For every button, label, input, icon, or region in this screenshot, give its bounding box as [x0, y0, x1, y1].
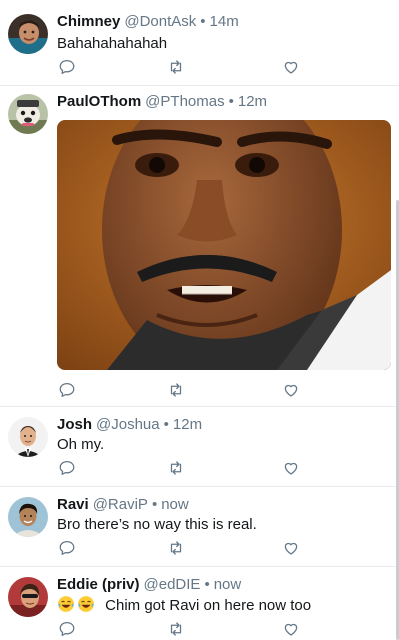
heart-icon: [284, 462, 298, 475]
retweet-icon: [170, 383, 182, 397]
tweet-ravi[interactable]: Ravi @RaviP • now Bro there’s no way this i…: [0, 487, 399, 567]
like-button[interactable]: [281, 458, 301, 478]
like-button[interactable]: [281, 57, 301, 77]
user-handle[interactable]: @edDIE: [144, 576, 201, 593]
tweet-header: PaulOThom @PThomas • 12m: [57, 92, 267, 112]
like-button[interactable]: [281, 538, 301, 558]
reply-button[interactable]: [57, 57, 77, 77]
timestamp[interactable]: 12m: [238, 93, 267, 110]
timeline-feed[interactable]: Chimney @DontAsk • 14m Bahahahahahah Pau…: [0, 0, 399, 640]
timestamp[interactable]: 14m: [210, 13, 239, 30]
heart-icon: [284, 61, 298, 74]
user-handle[interactable]: @PThomas: [145, 93, 224, 110]
laughing-tears-emoji-icon: [57, 595, 75, 613]
tweet-eddie[interactable]: Eddie (priv) @edDIE • now Chim got Ravi on …: [0, 567, 399, 640]
laughing-tears-emoji-icon: [77, 595, 95, 613]
tweet-text: Oh my.: [57, 436, 105, 453]
reply-button[interactable]: [57, 380, 77, 400]
tweet-header: Chimney @DontAsk • 14m: [57, 12, 239, 32]
tweet-actions: [57, 619, 298, 639]
retweet-icon: [170, 60, 182, 74]
display-name[interactable]: Josh: [57, 416, 92, 433]
avatar-ravi[interactable]: [8, 497, 48, 537]
reply-icon: [59, 621, 75, 637]
like-button[interactable]: [281, 380, 301, 400]
tweet-actions: [57, 57, 298, 77]
reply-icon: [59, 540, 75, 556]
timestamp[interactable]: 12m: [173, 416, 202, 433]
tweet-actions: [57, 380, 298, 400]
separator-dot: •: [151, 496, 158, 513]
tweet-actions: [57, 538, 298, 558]
reply-icon: [59, 460, 75, 476]
avatar-chimney[interactable]: [8, 14, 48, 54]
display-name[interactable]: Ravi: [57, 496, 89, 513]
shocked-face-photo: [57, 120, 391, 370]
tweet-actions: [57, 458, 298, 478]
retweet-button[interactable]: [166, 538, 186, 558]
avatar-josh[interactable]: [8, 417, 48, 457]
retweet-button[interactable]: [166, 619, 186, 639]
retweet-button[interactable]: [166, 57, 186, 77]
separator-dot: •: [204, 576, 210, 593]
tweet-text: Chim got Ravi on here now too: [105, 597, 312, 614]
reply-icon: [59, 59, 75, 75]
user-handle[interactable]: @RaviP: [93, 496, 148, 513]
display-name[interactable]: PaulOThom: [57, 93, 141, 110]
timestamp[interactable]: now: [214, 576, 242, 593]
tweet-text: Bahahahahahah: [57, 35, 168, 52]
tweet-josh[interactable]: Josh @Joshua • 12m Oh my.: [0, 407, 399, 487]
user-handle[interactable]: @DontAsk: [124, 13, 196, 30]
user-handle[interactable]: @Joshua: [96, 416, 160, 433]
retweet-icon: [170, 461, 182, 475]
tweet-paulothom[interactable]: PaulOThom @PThomas • 12m: [0, 86, 399, 407]
heart-icon: [284, 623, 298, 636]
retweet-icon: [170, 541, 182, 555]
tweet-media-image[interactable]: [57, 120, 391, 370]
tweet-text: Bro there’s no way this is real.: [57, 516, 257, 533]
reply-icon: [59, 382, 75, 398]
separator-dot: •: [228, 93, 234, 110]
separator-dot: •: [200, 13, 206, 30]
avatar-eddie[interactable]: [8, 577, 48, 617]
retweet-icon: [170, 622, 182, 636]
tweet-text-row: Chim got Ravi on here now too: [57, 595, 311, 616]
timestamp[interactable]: now: [161, 496, 189, 513]
retweet-button[interactable]: [166, 458, 186, 478]
reply-button[interactable]: [57, 458, 77, 478]
heart-icon: [284, 542, 298, 555]
retweet-button[interactable]: [166, 380, 186, 400]
like-button[interactable]: [281, 619, 301, 639]
display-name[interactable]: Eddie (priv): [57, 576, 140, 593]
heart-icon: [284, 384, 298, 397]
tweet-header: Ravi @RaviP • now: [57, 495, 189, 515]
separator-dot: •: [163, 416, 169, 433]
display-name[interactable]: Chimney: [57, 13, 120, 30]
avatar-paulothom[interactable]: [8, 94, 48, 134]
reply-button[interactable]: [57, 619, 77, 639]
reply-button[interactable]: [57, 538, 77, 558]
tweet-header: Eddie (priv) @edDIE • now: [57, 575, 241, 595]
tweet-chimney[interactable]: Chimney @DontAsk • 14m Bahahahahahah: [0, 0, 399, 86]
tweet-header: Josh @Joshua • 12m: [57, 415, 202, 435]
